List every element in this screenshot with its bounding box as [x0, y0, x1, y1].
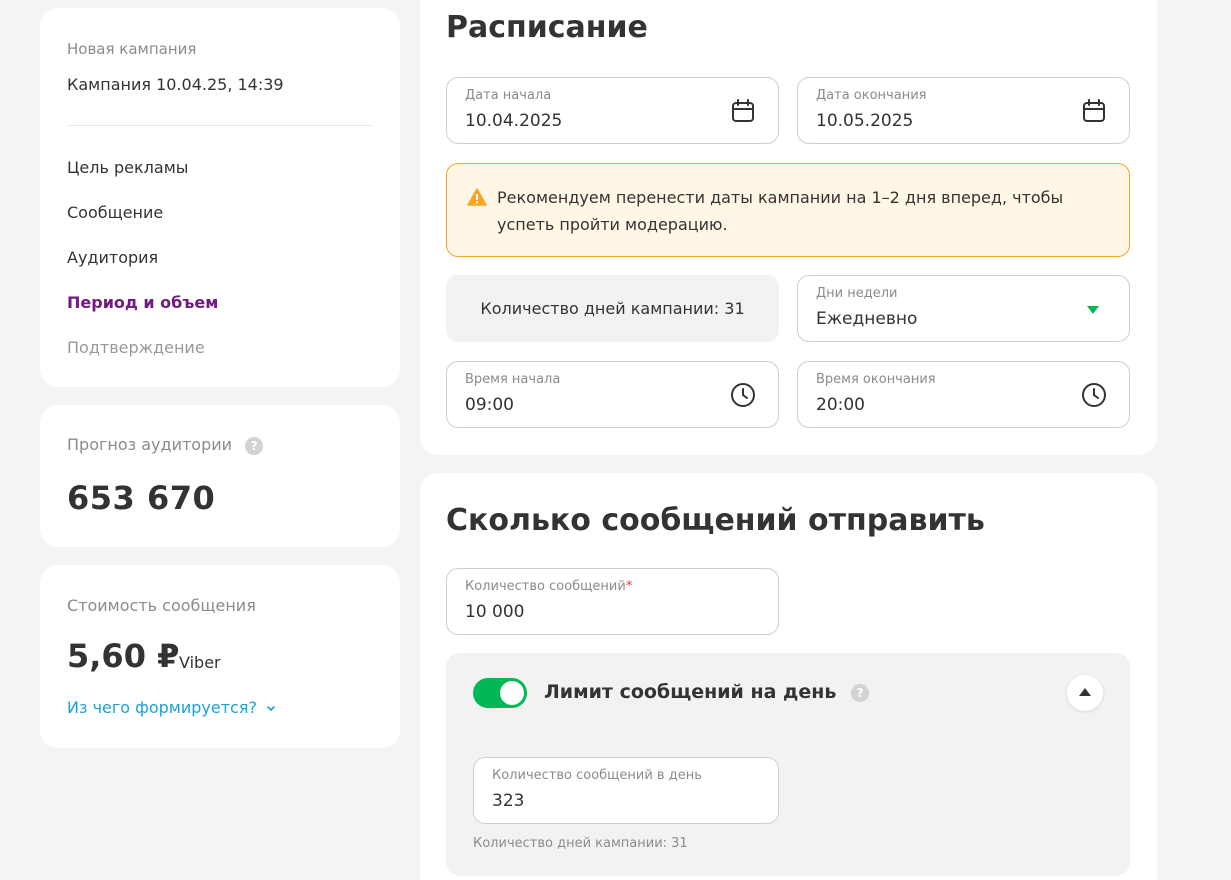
daily-limit-title: Лимит сообщений на день: [544, 681, 837, 703]
daily-count-label: Количество сообщений в день: [492, 768, 702, 783]
price-title: Стоимость сообщения: [67, 596, 256, 615]
end-time-value: 20:00: [816, 395, 865, 415]
price-breakdown-label: Из чего формируется?: [67, 698, 257, 717]
warning-text: Рекомендуем перенести даты кампании на 1…: [497, 188, 1064, 234]
start-time-label: Время начала: [465, 372, 561, 387]
price-channel: Viber: [179, 653, 221, 672]
end-time-label: Время окончания: [816, 372, 936, 387]
collapse-button[interactable]: [1067, 675, 1103, 711]
price-breakdown-link[interactable]: Из чего формируется?: [67, 698, 276, 717]
campaign-steps-card: Новая кампания Кампания 10.04.25, 14:39 …: [40, 8, 400, 387]
moderation-warning: Рекомендуем перенести даты кампании на 1…: [446, 163, 1130, 257]
daily-limit-section: Лимит сообщений на день ? Количество соо…: [446, 653, 1130, 876]
message-count-label: Количество сообщений: [465, 579, 626, 594]
step-message[interactable]: Сообщение: [67, 203, 163, 222]
message-count-value: 10 000: [465, 602, 525, 622]
chevron-down-icon[interactable]: [1087, 306, 1099, 314]
daily-count-field[interactable]: Количество сообщений в день 323: [473, 757, 779, 824]
forecast-value: 653 670: [67, 479, 216, 517]
schedule-title: Расписание: [446, 10, 648, 45]
end-date-label: Дата окончания: [816, 88, 927, 103]
toggle-knob: [500, 681, 524, 705]
chevron-down-icon: [267, 705, 275, 711]
audience-forecast-card: Прогноз аудитории ? 653 670: [40, 405, 400, 547]
message-count-field[interactable]: Количество сообщений* 10 000: [446, 568, 779, 635]
clock-icon[interactable]: [1081, 382, 1107, 408]
start-time-field[interactable]: Время начала 09:00: [446, 361, 779, 428]
weekdays-select[interactable]: Дни недели Ежедневно: [797, 275, 1130, 342]
daily-count-value: 323: [492, 791, 525, 811]
help-icon[interactable]: ?: [245, 436, 264, 455]
step-audience[interactable]: Аудитория: [67, 248, 158, 267]
required-mark: *: [625, 579, 633, 594]
messages-title: Сколько сообщений отправить: [446, 503, 985, 538]
warning-icon: [467, 188, 487, 206]
weekdays-value: Ежедневно: [816, 309, 918, 329]
start-date-value: 10.04.2025: [465, 111, 563, 131]
forecast-title: Прогноз аудитории: [67, 435, 233, 454]
step-ad-goal[interactable]: Цель рекламы: [67, 158, 188, 177]
end-date-value: 10.05.2025: [816, 111, 914, 131]
message-price-card: Стоимость сообщения 5,60 ₽ Viber Из чего…: [40, 565, 400, 748]
end-time-field[interactable]: Время окончания 20:00: [797, 361, 1130, 428]
forecast-title-row: Прогноз аудитории ?: [67, 435, 264, 455]
divider: [67, 125, 373, 126]
calendar-icon[interactable]: [730, 98, 756, 124]
start-date-label: Дата начала: [465, 88, 552, 103]
calendar-icon[interactable]: [1081, 98, 1107, 124]
campaign-subtitle: Новая кампания: [67, 40, 197, 58]
start-date-field[interactable]: Дата начала 10.04.2025: [446, 77, 779, 144]
schedule-card: Расписание Дата начала 10.04.2025 Дата о…: [420, 0, 1157, 455]
daily-limit-toggle[interactable]: [473, 678, 527, 708]
chevron-up-icon: [1079, 688, 1091, 696]
step-period-volume[interactable]: Период и объем: [67, 293, 218, 312]
daily-limit-note: Количество дней кампании: 31: [473, 836, 688, 851]
end-date-field[interactable]: Дата окончания 10.05.2025: [797, 77, 1130, 144]
clock-icon[interactable]: [730, 382, 756, 408]
price-value: 5,60 ₽: [67, 637, 180, 675]
campaign-days-count: Количество дней кампании: 31: [446, 275, 779, 342]
help-icon[interactable]: ?: [851, 683, 870, 702]
messages-volume-card: Сколько сообщений отправить Количество с…: [420, 473, 1157, 880]
weekdays-label: Дни недели: [816, 286, 898, 301]
message-count-label-row: Количество сообщений*: [465, 579, 632, 594]
start-time-value: 09:00: [465, 395, 514, 415]
campaign-name: Кампания 10.04.25, 14:39: [67, 75, 284, 94]
step-confirmation: Подтверждение: [67, 338, 205, 357]
daily-limit-title-row: Лимит сообщений на день ?: [544, 681, 870, 703]
